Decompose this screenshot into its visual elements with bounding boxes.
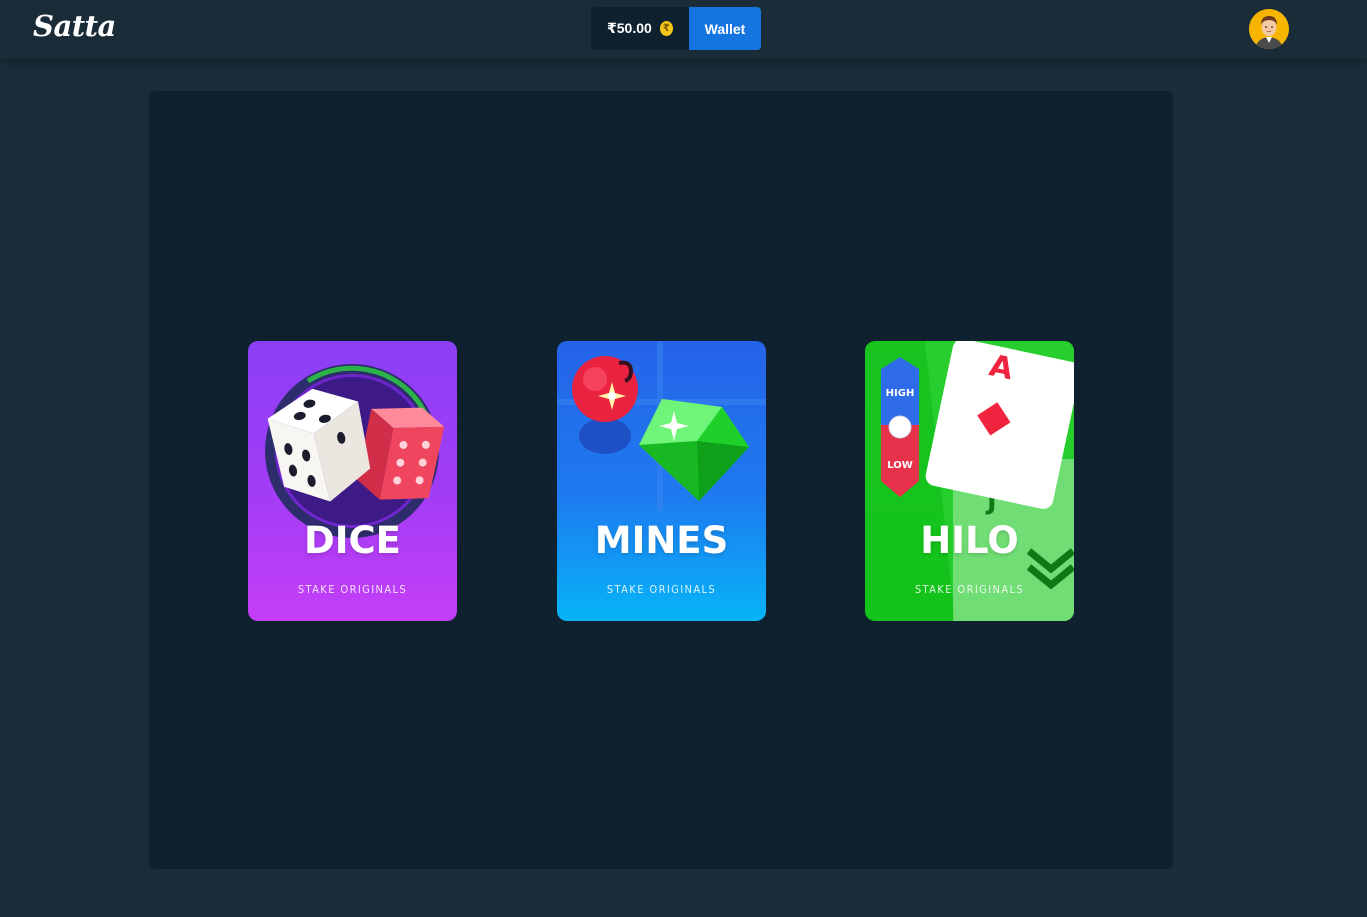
game-card-dice[interactable]: DICE STAKE ORIGINALS bbox=[248, 341, 457, 621]
game-title: DICE bbox=[304, 519, 401, 562]
dice-icon bbox=[265, 364, 445, 538]
gem-icon bbox=[557, 341, 766, 511]
game-title: HILO bbox=[920, 519, 1019, 562]
svg-text:HIGH: HIGH bbox=[886, 388, 915, 399]
game-title: MINES bbox=[594, 519, 729, 562]
game-card-mines[interactable]: MINES STAKE ORIGINALS bbox=[557, 341, 766, 621]
playing-card-icon: J A HIGH LOW bbox=[881, 341, 1074, 621]
wallet-button[interactable]: Wallet bbox=[689, 7, 761, 50]
game-card-hilo[interactable]: J A HIGH LOW HILO STAKE ORIGINALS bbox=[865, 341, 1074, 621]
rupee-coin-icon: ₹ bbox=[659, 21, 673, 36]
game-subtitle: STAKE ORIGINALS bbox=[606, 583, 717, 596]
avatar-icon bbox=[1249, 9, 1289, 49]
balance-amount: ₹50.00 bbox=[607, 20, 652, 36]
top-navbar: Satta ₹50.00 ₹ Wallet bbox=[0, 0, 1367, 59]
game-subtitle: STAKE ORIGINALS bbox=[297, 583, 408, 596]
svg-text:LOW: LOW bbox=[887, 460, 913, 471]
game-subtitle: STAKE ORIGINALS bbox=[914, 583, 1025, 596]
wallet-group: ₹50.00 ₹ Wallet bbox=[591, 7, 761, 50]
balance-display[interactable]: ₹50.00 ₹ bbox=[591, 7, 689, 50]
games-panel: DICE STAKE ORIGINALS MINES STAKE ORIGINA… bbox=[149, 91, 1173, 869]
site-logo[interactable]: Satta bbox=[33, 9, 116, 43]
user-avatar[interactable] bbox=[1249, 9, 1289, 49]
